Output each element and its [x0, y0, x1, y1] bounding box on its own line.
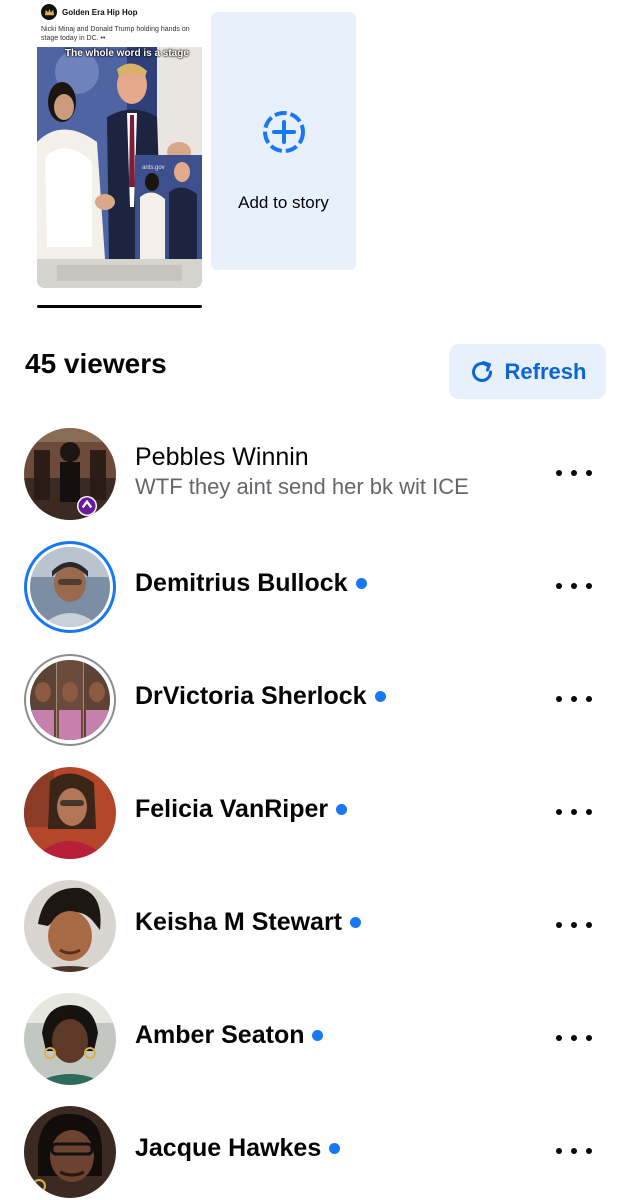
story-strip: Golden Era Hip Hop Nicki Minaj and Donal… — [0, 0, 633, 320]
story-post-caption: Nicki Minaj and Donald Trump holding han… — [41, 26, 190, 42]
story-image-watermark: ants.gov — [142, 165, 165, 171]
viewer-row[interactable]: Felicia VanRiper — [0, 756, 633, 869]
avatar[interactable] — [24, 1106, 116, 1198]
online-status-dot — [355, 578, 367, 589]
avatar[interactable] — [24, 428, 116, 520]
viewer-name[interactable]: Demitrius Bullock — [135, 569, 348, 598]
viewer-row[interactable]: Jacque Hawkes — [0, 1095, 633, 1200]
online-status-dot — [350, 917, 362, 928]
avatar[interactable] — [24, 767, 116, 859]
more-options-button[interactable] — [556, 463, 592, 483]
add-to-story-button[interactable]: Add to story — [211, 12, 356, 270]
selected-story-indicator — [37, 305, 202, 308]
story-card[interactable]: Golden Era Hip Hop Nicki Minaj and Donal… — [37, 0, 202, 288]
viewer-name[interactable]: Pebbles Winnin — [135, 443, 309, 472]
online-status-dot — [312, 1030, 324, 1041]
viewer-name[interactable]: DrVictoria Sherlock — [135, 682, 367, 711]
viewer-name[interactable]: Amber Seaton — [135, 1021, 304, 1050]
viewer-row[interactable]: Demitrius Bullock — [0, 530, 633, 643]
story-overlay-text: The whole word is a stage — [65, 48, 189, 59]
story-post-image: The whole word is a stage ants.gov — [37, 47, 202, 288]
more-options-button[interactable] — [556, 1141, 592, 1161]
story-source-name: Golden Era Hip Hop — [62, 7, 138, 17]
online-status-dot — [329, 1143, 341, 1154]
more-options-button[interactable] — [556, 576, 592, 596]
online-status-dot — [336, 804, 348, 815]
avatar[interactable] — [24, 541, 116, 633]
crown-icon — [41, 4, 57, 20]
refresh-icon — [471, 360, 492, 382]
more-options-button[interactable] — [556, 1028, 592, 1048]
viewer-row[interactable]: Amber Seaton — [0, 982, 633, 1095]
viewer-row[interactable]: Keisha M Stewart — [0, 869, 633, 982]
add-circle-icon — [263, 111, 305, 153]
reply-icon — [77, 496, 97, 516]
avatar[interactable] — [24, 993, 116, 1085]
online-status-dot — [374, 691, 386, 702]
refresh-label: Refresh — [504, 358, 587, 384]
avatar[interactable] — [24, 654, 116, 746]
viewer-name[interactable]: Felicia VanRiper — [135, 795, 328, 824]
refresh-button[interactable]: Refresh — [449, 344, 606, 399]
viewer-name[interactable]: Jacque Hawkes — [135, 1134, 321, 1163]
viewers-count: 45 viewers — [25, 348, 167, 379]
more-options-button[interactable] — [556, 689, 592, 709]
more-options-button[interactable] — [556, 915, 592, 935]
story-source-header: Golden Era Hip Hop — [41, 4, 198, 20]
viewer-name[interactable]: Keisha M Stewart — [135, 908, 342, 937]
viewer-row[interactable]: DrVictoria Sherlock — [0, 643, 633, 756]
more-options-button[interactable] — [556, 802, 592, 822]
viewer-row[interactable]: Pebbles Winnin WTF they aint send her bk… — [0, 417, 633, 530]
viewer-reply-text: WTF they aint send her bk wit ICE — [135, 474, 469, 499]
add-to-story-label: Add to story — [238, 193, 329, 212]
avatar[interactable] — [24, 880, 116, 972]
